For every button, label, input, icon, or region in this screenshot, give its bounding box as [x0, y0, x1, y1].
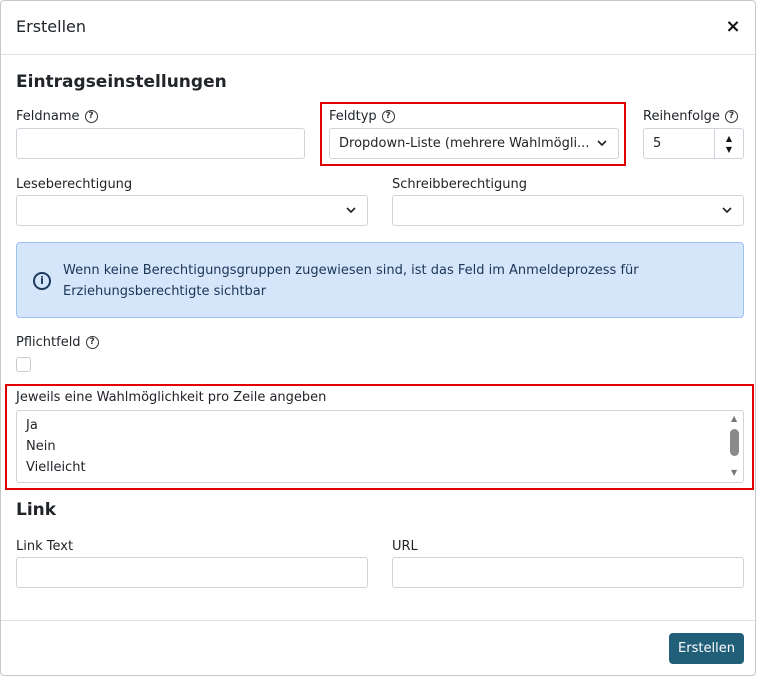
- order-label: Reihenfolge?: [643, 109, 738, 124]
- close-button[interactable]: ×: [721, 15, 745, 39]
- help-icon[interactable]: ?: [724, 110, 738, 123]
- option-line: Vielleicht: [26, 460, 86, 475]
- link-text-label: Link Text: [16, 539, 74, 554]
- info-text: Wenn keine Berechtigungsgruppen zugewies…: [63, 263, 639, 299]
- url-label: URL: [392, 539, 418, 554]
- option-line: Ja: [26, 418, 38, 433]
- info-icon: i: [33, 272, 51, 290]
- info-alert: i Wenn keine Berechtigungsgruppen zugewi…: [16, 242, 744, 318]
- field-type-label: Feldtyp?: [329, 109, 395, 124]
- help-icon[interactable]: ?: [381, 110, 395, 123]
- options-textarea[interactable]: Ja Nein Vielleicht ▲ ▼: [16, 410, 744, 483]
- create-button[interactable]: Erstellen: [669, 633, 744, 664]
- url-input[interactable]: [392, 557, 744, 588]
- scrollbar-thumb[interactable]: [730, 429, 739, 456]
- order-stepper[interactable]: 5 ▲ ▼: [643, 128, 744, 159]
- help-icon[interactable]: ?: [84, 110, 98, 123]
- scroll-down-icon[interactable]: ▼: [731, 468, 737, 477]
- field-type-value: Dropdown-Liste (mehrere Wahlmögli...: [339, 136, 590, 151]
- link-text-input[interactable]: [16, 557, 368, 588]
- increment-icon[interactable]: ▲: [726, 133, 732, 144]
- chevron-down-icon: [721, 204, 733, 216]
- textarea-scrollbar[interactable]: ▲ ▼: [727, 411, 743, 482]
- chevron-down-icon: [596, 137, 608, 149]
- modal-title: Erstellen: [16, 17, 87, 36]
- required-checkbox[interactable]: [16, 357, 31, 372]
- settings-section-title: Eintragseinstellungen: [16, 72, 227, 92]
- field-name-label: Feldname?: [16, 109, 98, 124]
- help-icon[interactable]: ?: [85, 336, 99, 349]
- decrement-icon[interactable]: ▼: [726, 144, 732, 155]
- stepper-buttons[interactable]: ▲ ▼: [714, 129, 743, 158]
- read-permission-select[interactable]: [16, 195, 368, 226]
- required-label: Pflichtfeld?: [16, 335, 99, 350]
- link-section-title: Link: [16, 500, 57, 520]
- field-type-select[interactable]: Dropdown-Liste (mehrere Wahlmögli...: [329, 128, 619, 159]
- chevron-down-icon: [345, 204, 357, 216]
- field-name-input[interactable]: [16, 128, 305, 159]
- footer-divider: [1, 620, 757, 621]
- order-value: 5: [653, 136, 662, 151]
- write-permission-select[interactable]: [392, 195, 744, 226]
- option-line: Nein: [26, 439, 56, 454]
- scroll-up-icon[interactable]: ▲: [731, 414, 737, 423]
- modal-header: Erstellen ×: [1, 1, 757, 55]
- create-modal: Erstellen × Eintragseinstellungen Feldna…: [0, 0, 757, 676]
- write-permission-label: Schreibberechtigung: [392, 177, 527, 192]
- read-permission-label: Leseberechtigung: [16, 177, 133, 192]
- options-label: Jeweils eine Wahlmöglichkeit pro Zeile a…: [16, 390, 327, 405]
